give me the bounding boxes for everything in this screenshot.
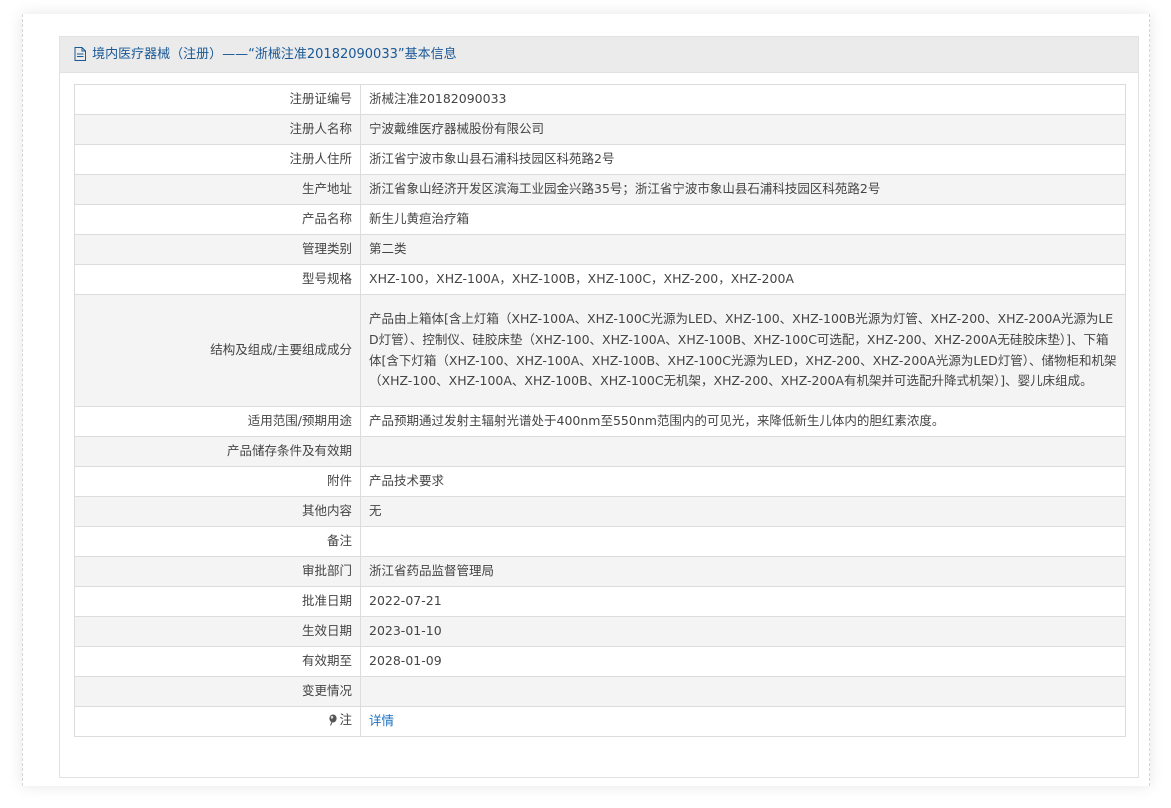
row-value-intended-use: 产品预期通过发射主辐射光谱处于400nm至550nm范围内的可见光，来降低新生儿… (360, 406, 1126, 437)
table-row: 产品名称 新生儿黄疸治疗箱 (74, 204, 1126, 235)
row-label-registrant-address: 注册人住所 (74, 144, 361, 175)
row-value-registrant-name: 宁波戴维医疗器械股份有限公司 (360, 114, 1126, 145)
row-label-change-history: 变更情况 (74, 676, 361, 707)
row-label-registration-number: 注册证编号 (74, 84, 361, 115)
row-label-valid-until: 有效期至 (74, 646, 361, 677)
document-icon (74, 40, 86, 75)
row-label-production-address: 生产地址 (74, 174, 361, 205)
row-label-registrant-name: 注册人名称 (74, 114, 361, 145)
table-row: 附件 产品技术要求 (74, 466, 1126, 497)
row-label-management-category: 管理类别 (74, 234, 361, 265)
row-label-intended-use: 适用范围/预期用途 (74, 406, 361, 437)
row-value-product-name: 新生儿黄疸治疗箱 (360, 204, 1126, 235)
row-value-other-content: 无 (360, 496, 1126, 527)
details-link[interactable]: 详情 (369, 713, 394, 728)
row-label-other-content: 其他内容 (74, 496, 361, 527)
panel-header: 境内医疗器械（注册）——“浙械注准20182090033”基本信息 (60, 37, 1138, 73)
table-row: 适用范围/预期用途 产品预期通过发射主辐射光谱处于400nm至550nm范围内的可… (74, 406, 1126, 437)
row-label-approval-date: 批准日期 (74, 586, 361, 617)
row-value-model-spec: XHZ-100，XHZ-100A，XHZ-100B，XHZ-100C，XHZ-2… (360, 264, 1126, 295)
table-row: 型号规格 XHZ-100，XHZ-100A，XHZ-100B，XHZ-100C，X… (74, 264, 1126, 295)
row-label-structure-composition: 结构及组成/主要组成成分 (74, 294, 361, 407)
table-row: 产品储存条件及有效期 (74, 436, 1126, 467)
table-row: 备注 (74, 526, 1126, 557)
row-label-effective-date: 生效日期 (74, 616, 361, 647)
page-frame: 境内医疗器械（注册）——“浙械注准20182090033”基本信息 注册证编号浙… (22, 14, 1150, 786)
row-value-remarks (360, 526, 1126, 557)
row-label-note: 注 (74, 706, 361, 737)
row-label-storage-validity: 产品储存条件及有效期 (74, 436, 361, 467)
row-value-storage-validity (360, 436, 1126, 467)
row-value-approval-department: 浙江省药品监督管理局 (360, 556, 1126, 587)
row-label-product-name: 产品名称 (74, 204, 361, 235)
row-label-approval-department: 审批部门 (74, 556, 361, 587)
table-row: 结构及组成/主要组成成分 产品由上箱体[含上灯箱（XHZ-100A、XHZ-100… (74, 294, 1126, 407)
note-label: 注 (339, 712, 352, 728)
row-value-production-address: 浙江省象山经济开发区滨海工业园金兴路35号；浙江省宁波市象山县石浦科技园区科苑路… (360, 174, 1126, 205)
row-value-valid-until: 2028-01-09 (360, 646, 1126, 677)
table-row: 有效期至 2028-01-09 (74, 646, 1126, 677)
row-value-note: 详情 (360, 706, 1126, 737)
table-row: 注册人名称 宁波戴维医疗器械股份有限公司 (74, 114, 1126, 145)
row-label-model-spec: 型号规格 (74, 264, 361, 295)
row-value-registration-number: 浙械注准20182090033 (360, 84, 1126, 115)
table-row: 管理类别 第二类 (74, 234, 1126, 265)
row-value-effective-date: 2023-01-10 (360, 616, 1126, 647)
row-value-registrant-address: 浙江省宁波市象山县石浦科技园区科苑路2号 (360, 144, 1126, 175)
row-value-attachment: 产品技术要求 (360, 466, 1126, 497)
row-value-structure-composition: 产品由上箱体[含上灯箱（XHZ-100A、XHZ-100C光源为LED、XHZ-… (360, 294, 1126, 407)
row-value-change-history (360, 676, 1126, 707)
row-value-approval-date: 2022-07-21 (360, 586, 1126, 617)
table-row: 其他内容无 (74, 496, 1126, 527)
table-row: 批准日期 2022-07-21 (74, 586, 1126, 617)
row-value-management-category: 第二类 (360, 234, 1126, 265)
pin-icon (328, 712, 338, 733)
table-row: 注册证编号 浙械注准20182090033 (74, 84, 1126, 115)
row-label-remarks: 备注 (74, 526, 361, 557)
table-row: 审批部门 浙江省药品监督管理局 (74, 556, 1126, 587)
table-row: 生产地址 浙江省象山经济开发区滨海工业园金兴路35号；浙江省宁波市象山县石浦科技园… (74, 174, 1126, 205)
info-panel: 境内医疗器械（注册）——“浙械注准20182090033”基本信息 注册证编号浙… (59, 36, 1139, 778)
table-row: 变更情况 (74, 676, 1126, 707)
page-title: 境内医疗器械（注册）——“浙械注准20182090033”基本信息 (92, 47, 457, 62)
row-label-attachment: 附件 (74, 466, 361, 497)
table-row: 注 详情 (74, 706, 1126, 737)
info-table: 注册证编号 浙械注准20182090033 注册人名称 宁波戴维医疗器械股份有限公司… (74, 84, 1126, 737)
table-row: 注册人住所 浙江省宁波市象山县石浦科技园区科苑路2号 (74, 144, 1126, 175)
table-row: 生效日期 2023-01-10 (74, 616, 1126, 647)
